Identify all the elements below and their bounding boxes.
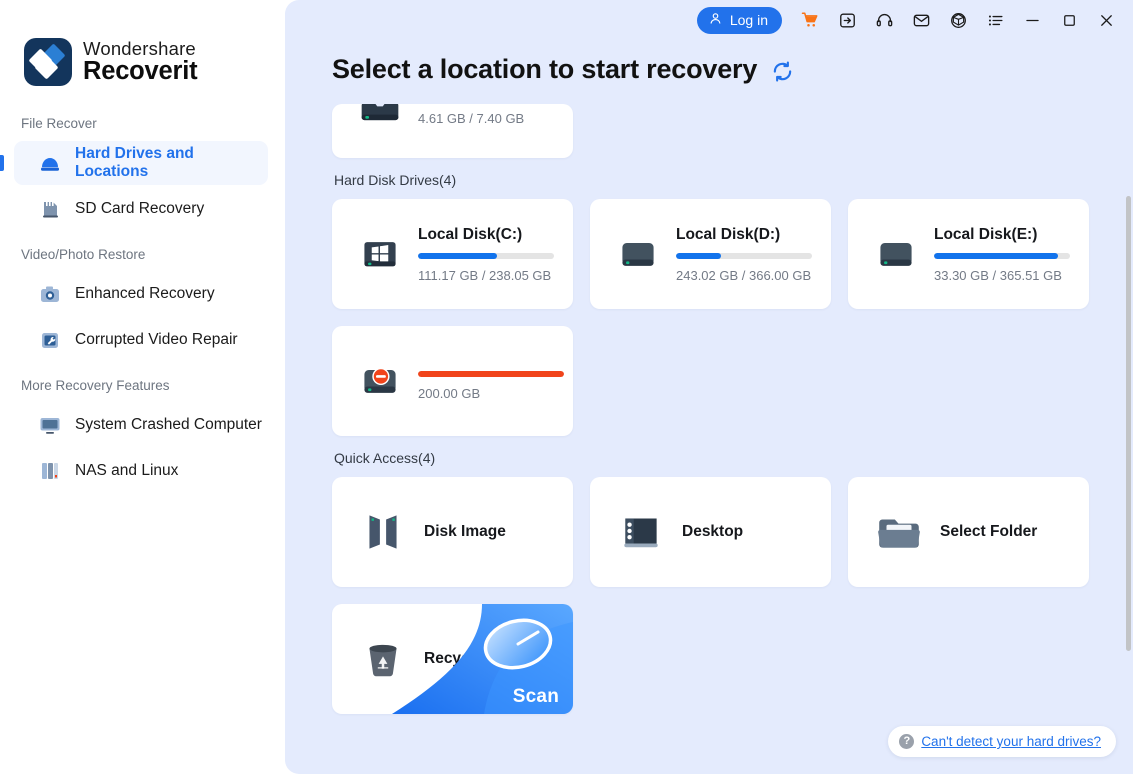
windows-disk-icon [358, 232, 402, 276]
sidebar-item-label: Enhanced Recovery [75, 285, 215, 302]
drive-usage-fill [934, 252, 1058, 259]
drive-size-text: 111.17 GB / 238.05 GB [418, 267, 552, 283]
drive-usage-fill [418, 371, 564, 377]
camera-icon [38, 282, 62, 306]
headset-support-icon[interactable] [871, 7, 897, 33]
sidebar-item-enhanced-recovery[interactable]: Enhanced Recovery [14, 272, 268, 316]
quick-access-card-disk-image[interactable]: Disk Image [332, 477, 573, 587]
quick-access-label: Desktop [682, 523, 744, 540]
folder-icon [874, 507, 924, 557]
sidebar-item-label: Hard Drives and Locations [75, 145, 194, 180]
login-button[interactable]: Log in [696, 6, 782, 34]
quick-access-label: Select Folder [940, 523, 1038, 540]
drive-name: Local Disk(D:) [676, 225, 781, 243]
quick-access-label: Disk Image [424, 523, 506, 540]
local-disk-icon [616, 232, 660, 276]
disk-image-icon [358, 507, 408, 557]
sd-card-icon [38, 197, 62, 221]
drive-name: Local Disk(C:) [418, 225, 523, 243]
account-icon [708, 11, 723, 29]
app-window: Wondershare Recoverit File Recover Hard … [0, 0, 1133, 774]
sidebar-item-sd-card-recovery[interactable]: SD Card Recovery [14, 187, 268, 231]
login-button-label: Log in [729, 12, 768, 28]
quick-access-card-desktop[interactable]: Desktop [590, 477, 831, 587]
shopping-cart-icon[interactable] [797, 7, 823, 33]
drive-usage-bar [418, 371, 564, 377]
drive-usage-fill [676, 252, 721, 259]
nas-server-icon [38, 459, 62, 483]
recycle-bin-icon [358, 634, 408, 684]
hard-disk-drives-grid: Local Disk(C:) 111.17 GB / 238.05 GB Loc… [332, 199, 1133, 436]
monitor-icon [38, 413, 62, 437]
quick-access-grid: Disk Image Desktop Select Folder Recycle… [332, 477, 1133, 714]
minimize-icon[interactable] [1019, 7, 1045, 33]
maximize-icon[interactable] [1056, 7, 1082, 33]
close-icon[interactable] [1093, 7, 1119, 33]
hard-drive-icon [38, 151, 62, 175]
quick-access-card-recycle-bin[interactable]: Recycle Bin Scan [332, 604, 573, 714]
sidebar-item-label: Corrupted Video Repair [75, 331, 238, 348]
sidebar-group-label-more-recovery-features: More Recovery Features [21, 378, 170, 393]
sidebar-group-label-video-photo-restore: Video/Photo Restore [21, 247, 146, 262]
drive-size-text: 33.30 GB / 365.51 GB [934, 267, 1062, 283]
drive-card-local-disk-e[interactable]: Local Disk(E:) 33.30 GB / 365.51 GB [848, 199, 1089, 309]
help-link[interactable]: Can't detect your hard drives? [921, 734, 1101, 749]
sidebar-item-system-crashed-computer[interactable]: System Crashed Computer [14, 403, 268, 447]
drive-usage-bar [934, 252, 1070, 259]
drive-size-text: 4.61 GB / 7.40 GB [418, 111, 525, 126]
sign-in-icon[interactable] [834, 7, 860, 33]
sidebar-item-label: SD Card Recovery [75, 200, 205, 217]
page-header: Select a location to start recovery [285, 40, 1133, 85]
scan-action-label: Scan [512, 686, 559, 707]
list-menu-icon[interactable] [982, 7, 1008, 33]
drive-usage-bar [676, 252, 812, 259]
drive-size-text: 200.00 GB [418, 386, 481, 401]
sidebar-item-hard-drives-and-locations[interactable]: Hard Drives and Locations [0, 141, 268, 185]
sidebar-item-label: NAS and Linux [75, 462, 179, 479]
sidebar-group-label-file-recover: File Recover [21, 116, 97, 131]
brand-logo: Wondershare Recoverit [0, 30, 285, 94]
section-label-hard-disk-drives: Hard Disk Drives(4) [334, 172, 457, 188]
drive-name: Local Disk(E:) [934, 225, 1038, 243]
inaccessible-disk-icon [358, 359, 402, 403]
cant-detect-drives-help[interactable]: ? Can't detect your hard drives? [888, 726, 1116, 757]
drive-card[interactable]: 4.61 GB / 7.40 GB [332, 104, 573, 158]
drive-card-local-disk-c[interactable]: Local Disk(C:) 111.17 GB / 238.05 GB [332, 199, 573, 309]
vertical-scrollbar[interactable] [1126, 196, 1131, 651]
mail-icon[interactable] [908, 7, 934, 33]
brand-product: Recoverit [83, 57, 198, 85]
locations-scroll-area: 4.61 GB / 7.40 GB Hard Disk Drives(4) Lo… [285, 104, 1133, 774]
drive-card-local-disk-d[interactable]: Local Disk(D:) 243.02 GB / 366.00 GB [590, 199, 831, 309]
quick-access-card-select-folder[interactable]: Select Folder [848, 477, 1089, 587]
refresh-icon[interactable] [771, 60, 794, 83]
local-disk-icon [874, 232, 918, 276]
video-repair-icon [38, 328, 62, 352]
sidebar-item-nas-and-linux[interactable]: NAS and Linux [14, 449, 268, 493]
desktop-icon [616, 507, 666, 557]
product-box-icon[interactable] [945, 7, 971, 33]
external-drive-icon [358, 104, 402, 132]
page-title: Select a location to start recovery [332, 54, 758, 84]
drive-usage-fill [418, 252, 497, 259]
question-mark-icon: ? [899, 734, 915, 749]
window-toolbar: Log in [285, 0, 1133, 40]
drive-usage-bar [418, 252, 554, 259]
drive-size-text: 243.02 GB / 366.00 GB [676, 267, 812, 283]
quick-access-label: Recycle Bin [424, 650, 512, 667]
drive-card-inaccessible[interactable]: 200.00 GB [332, 326, 573, 436]
sidebar: Wondershare Recoverit File Recover Hard … [0, 0, 285, 774]
sidebar-item-corrupted-video-repair[interactable]: Corrupted Video Repair [14, 318, 268, 362]
partial-drive-row: 4.61 GB / 7.40 GB [332, 104, 1133, 158]
brand-company: Wondershare [83, 37, 196, 59]
main-panel: Log in Select a location to start recove… [285, 0, 1133, 774]
section-label-quick-access: Quick Access(4) [334, 450, 436, 466]
sidebar-item-label: System Crashed Computer [75, 416, 262, 433]
recoverit-logo-icon [24, 38, 72, 86]
